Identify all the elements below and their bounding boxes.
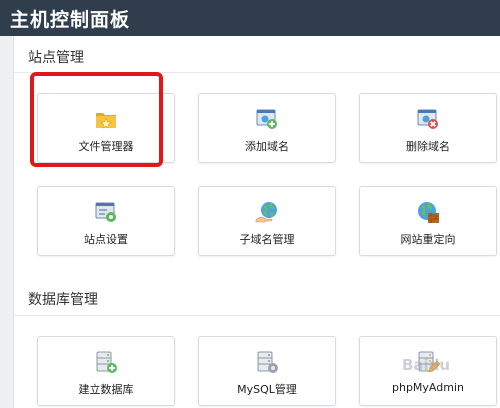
section-title-site-management: 站点管理 xyxy=(28,50,84,66)
add-domain-button[interactable]: 添加域名 xyxy=(198,93,336,163)
mysql-management-button[interactable]: MySQL管理 xyxy=(198,336,336,406)
tile-label: MySQL管理 xyxy=(237,383,297,396)
tile-label: 删除域名 xyxy=(406,140,450,153)
highlight-box xyxy=(30,72,163,167)
database-add-icon xyxy=(94,350,118,374)
tile-label: 网站重定向 xyxy=(400,233,456,246)
delete-domain-button[interactable]: 删除域名 xyxy=(359,93,497,163)
tile-label: 添加域名 xyxy=(245,140,289,153)
site-settings-icon xyxy=(94,200,118,224)
tile-label: 站点设置 xyxy=(84,233,128,246)
tile-label: 建立数据库 xyxy=(78,383,134,396)
add-domain-icon xyxy=(255,107,279,131)
section-title-database-management: 数据库管理 xyxy=(28,292,98,308)
redirect-globe-icon xyxy=(416,200,440,224)
tile-label: phpMyAdmin xyxy=(392,381,464,394)
database-settings-icon xyxy=(255,350,279,374)
section-divider xyxy=(14,315,500,316)
website-redirect-button[interactable]: 网站重定向 xyxy=(359,186,497,256)
baidu-watermark: Baidu xyxy=(392,352,500,378)
create-database-button[interactable]: 建立数据库 xyxy=(37,336,175,406)
site-settings-button[interactable]: 站点设置 xyxy=(37,186,175,256)
header-bar: 主机控制面板 xyxy=(0,0,500,36)
delete-domain-icon xyxy=(416,107,440,131)
subdomain-management-button[interactable]: 子域名管理 xyxy=(198,186,336,256)
watermark-text: Baidu xyxy=(402,356,451,374)
page-title: 主机控制面板 xyxy=(10,9,131,31)
globe-hand-icon xyxy=(255,200,279,224)
tile-label: 子域名管理 xyxy=(239,233,295,246)
